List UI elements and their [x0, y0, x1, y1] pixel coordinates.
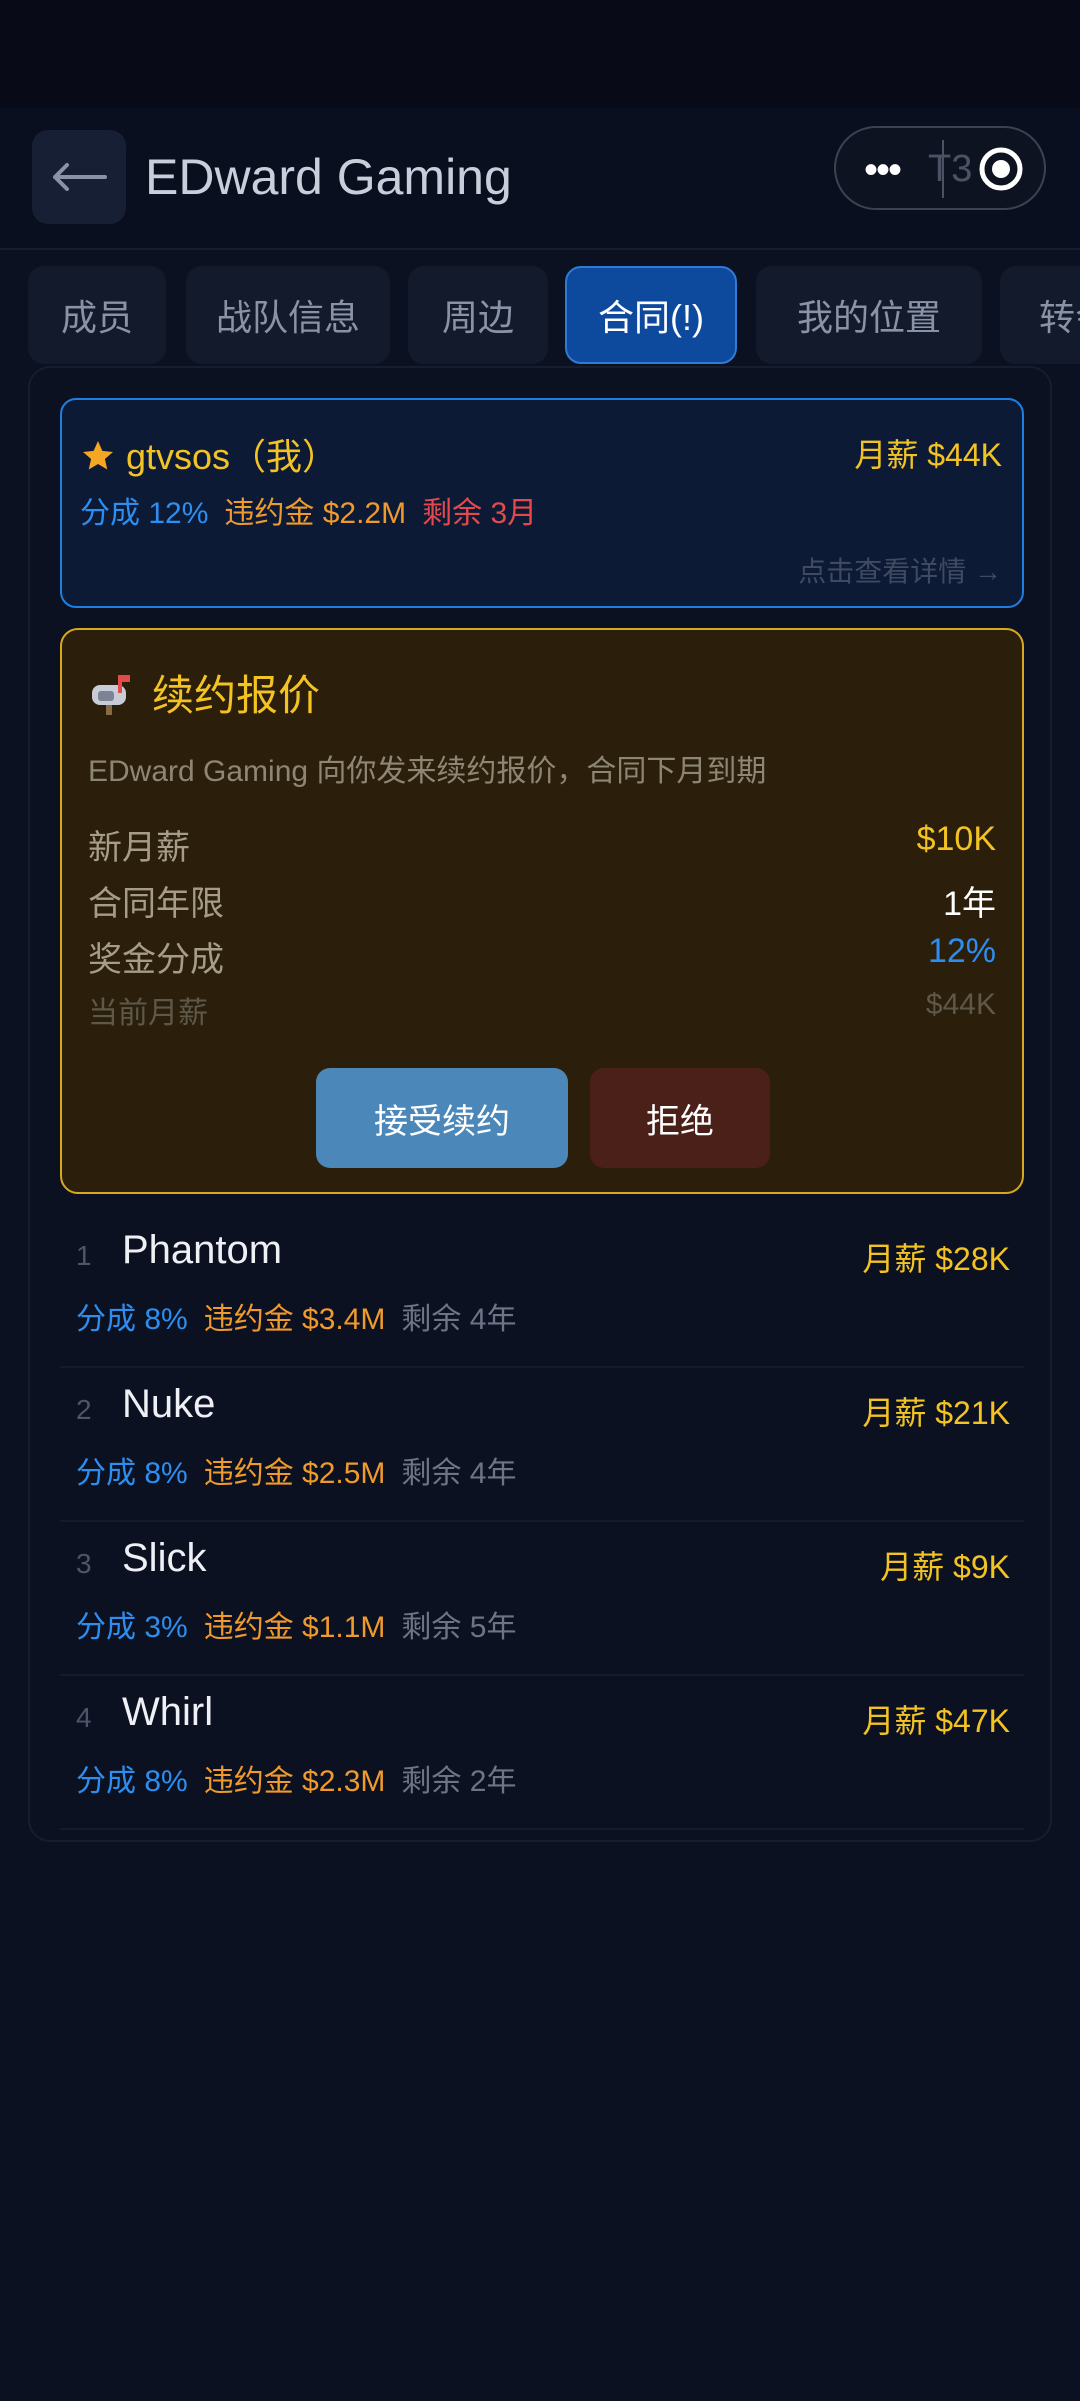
player-penalty: 违约金 $2.5M	[203, 1457, 386, 1490]
offer-row-current-salary: 当前月薪 $44K	[88, 988, 996, 1036]
table-row[interactable]: 3 Slick 月薪 $9K 分成 3% 违约金 $1.1M 剩余 5年	[60, 1522, 1024, 1676]
tab-merch[interactable]: 周边	[408, 266, 548, 364]
table-row[interactable]: 4 Whirl 月薪 $47K 分成 8% 违约金 $2.3M 剩余 2年	[60, 1676, 1024, 1830]
player-number: 1	[76, 1240, 92, 1271]
page-title: EDward Gaming	[145, 149, 512, 205]
offer-row-label: 新月薪	[88, 829, 190, 867]
player-meta: 分成 3% 违约金 $1.1M 剩余 5年	[76, 1602, 516, 1646]
player-share: 分成 3%	[76, 1611, 188, 1644]
player-number: 2	[76, 1394, 92, 1425]
arrow-left-icon	[53, 163, 107, 191]
player-penalty: 违约金 $2.3M	[203, 1765, 386, 1798]
player-name: Nuke	[122, 1382, 216, 1426]
status-bar	[0, 0, 1080, 108]
offer-row-value: $10K	[916, 820, 996, 858]
player-salary: 月薪 $9K	[880, 1549, 1010, 1585]
self-share: 分成 12%	[80, 497, 209, 530]
offer-row-value: $44K	[925, 988, 996, 1021]
player-salary: 月薪 $47K	[862, 1703, 1010, 1739]
offer-description: EDward Gaming 向你发来续约报价，合同下月到期	[88, 755, 767, 788]
view-detail-link[interactable]: 点击查看详情 →	[798, 550, 1002, 590]
mini-program-capsule: ••• T3	[834, 126, 1046, 210]
offer-row-label: 当前月薪	[88, 997, 208, 1030]
player-name: Phantom	[122, 1228, 283, 1272]
mailbox-icon	[92, 674, 130, 715]
player-remaining: 剩余 4年	[401, 1457, 517, 1490]
player-penalty: 违约金 $3.4M	[203, 1303, 386, 1336]
tab-contract[interactable]: 合同(!)	[565, 266, 737, 364]
player-remaining: 剩余 4年	[401, 1303, 517, 1336]
offer-row-label: 合同年限	[88, 885, 224, 923]
player-remaining: 剩余 2年	[401, 1765, 517, 1798]
tab-members[interactable]: 成员	[28, 266, 166, 364]
offer-title: 续约报价	[88, 662, 320, 723]
player-share: 分成 8%	[76, 1765, 188, 1798]
offer-row-bonus-share: 奖金分成 12%	[88, 932, 996, 980]
more-dots-icon[interactable]: •••	[864, 150, 902, 190]
self-remaining: 剩余 3月	[422, 497, 538, 530]
self-penalty: 违约金 $2.2M	[224, 497, 407, 530]
tab-my-position[interactable]: 我的位置	[756, 266, 982, 364]
star-icon	[83, 441, 113, 470]
player-share: 分成 8%	[76, 1457, 188, 1490]
player-meta: 分成 8% 违约金 $2.3M 剩余 2年	[76, 1756, 516, 1800]
offer-row-label: 奖金分成	[88, 941, 224, 979]
tab-team-info[interactable]: 战队信息	[186, 266, 390, 364]
tab-transfer[interactable]: 转会	[1000, 266, 1080, 364]
table-row[interactable]: 2 Nuke 月薪 $21K 分成 8% 违约金 $2.5M 剩余 4年	[60, 1368, 1024, 1522]
player-meta: 分成 8% 违约金 $2.5M 剩余 4年	[76, 1448, 516, 1492]
player-remaining: 剩余 5年	[401, 1611, 517, 1644]
player-meta: 分成 8% 违约金 $3.4M 剩余 4年	[76, 1294, 516, 1338]
self-contract-card[interactable]: gtvsos（我） 月薪 $44K 分成 12% 违约金 $2.2M 剩余 3月 点…	[60, 398, 1024, 608]
player-share: 分成 8%	[76, 1303, 188, 1336]
target-icon[interactable]	[978, 146, 1024, 192]
renewal-offer-card: 续约报价 EDward Gaming 向你发来续约报价，合同下月到期 新月薪 $…	[60, 628, 1024, 1194]
player-name: Slick	[122, 1536, 207, 1580]
offer-row-value: 12%	[927, 932, 996, 970]
offer-row-new-salary: 新月薪 $10K	[88, 820, 996, 868]
tab-bar: 成员 战队信息 周边 合同(!) 我的位置 转会	[28, 266, 1080, 364]
back-button[interactable]	[32, 130, 126, 224]
player-salary: 月薪 $21K	[862, 1395, 1010, 1431]
self-meta: 分成 12% 违约金 $2.2M 剩余 3月	[80, 488, 537, 532]
player-penalty: 违约金 $1.1M	[203, 1611, 386, 1644]
table-row[interactable]: 1 Phantom 月薪 $28K 分成 8% 违约金 $3.4M 剩余 4年	[60, 1214, 1024, 1368]
self-name-text: gtvsos（我）	[126, 436, 339, 477]
offer-row-value: 1年	[943, 885, 996, 923]
self-name: gtvsos（我）	[80, 428, 338, 480]
reject-button[interactable]: 拒绝	[590, 1068, 770, 1168]
contract-panel: gtvsos（我） 月薪 $44K 分成 12% 违约金 $2.2M 剩余 3月 点…	[28, 366, 1052, 1842]
capsule-divider	[942, 140, 944, 198]
self-salary: 月薪 $44K	[854, 437, 1002, 473]
player-salary: 月薪 $28K	[862, 1241, 1010, 1277]
player-name: Whirl	[122, 1690, 214, 1734]
capsule-text: T3	[928, 148, 973, 190]
offer-row-years: 合同年限 1年	[88, 876, 996, 924]
player-number: 4	[76, 1702, 92, 1733]
header: EDward Gaming ••• T3	[0, 108, 1080, 250]
player-number: 3	[76, 1548, 92, 1579]
accept-renewal-button[interactable]: 接受续约	[316, 1068, 568, 1168]
offer-title-text: 续约报价	[152, 672, 321, 719]
